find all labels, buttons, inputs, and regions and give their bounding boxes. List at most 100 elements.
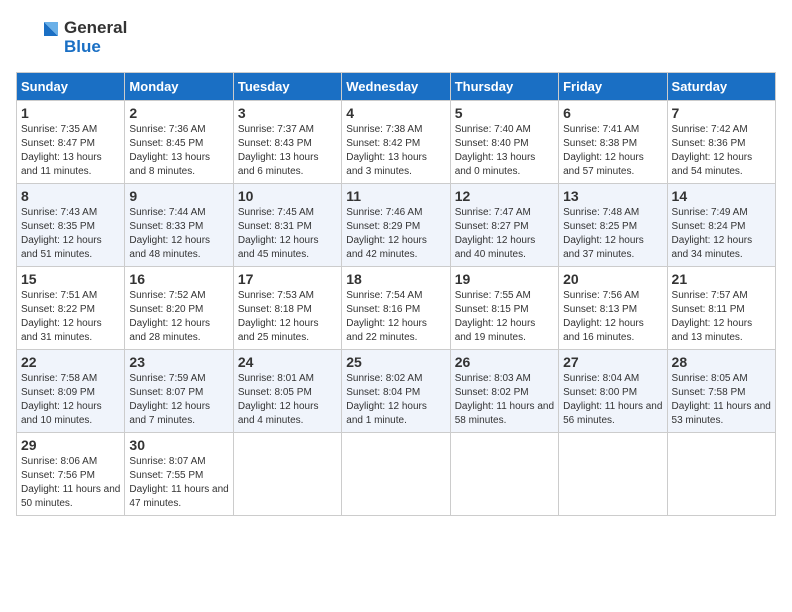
day-number: 25 — [346, 354, 445, 370]
day-cell — [233, 433, 341, 516]
day-number: 5 — [455, 105, 554, 121]
page-header: GeneralBlue — [16, 16, 776, 60]
day-info: Sunrise: 7:57 AMSunset: 8:11 PMDaylight:… — [672, 289, 771, 345]
day-info: Sunrise: 8:02 AMSunset: 8:04 PMDaylight:… — [346, 372, 445, 428]
week-row-4: 22 Sunrise: 7:58 AMSunset: 8:09 PMDayligh… — [17, 350, 776, 433]
day-info: Sunrise: 7:52 AMSunset: 8:20 PMDaylight:… — [129, 289, 228, 345]
day-cell: 20 Sunrise: 7:56 AMSunset: 8:13 PMDayligh… — [559, 267, 667, 350]
day-number: 27 — [563, 354, 662, 370]
day-number: 24 — [238, 354, 337, 370]
logo: GeneralBlue — [16, 16, 127, 60]
day-cell: 24 Sunrise: 8:01 AMSunset: 8:05 PMDayligh… — [233, 350, 341, 433]
day-cell: 27 Sunrise: 8:04 AMSunset: 8:00 PMDayligh… — [559, 350, 667, 433]
day-number: 29 — [21, 437, 120, 453]
week-row-1: 1Sunrise: 7:35 AMSunset: 8:47 PMDaylight… — [17, 101, 776, 184]
day-cell: 18 Sunrise: 7:54 AMSunset: 8:16 PMDayligh… — [342, 267, 450, 350]
col-header-sunday: Sunday — [17, 73, 125, 101]
day-info: Sunrise: 7:42 AMSunset: 8:36 PMDaylight:… — [672, 123, 771, 179]
day-info: Sunrise: 7:58 AMSunset: 8:09 PMDaylight:… — [21, 372, 120, 428]
day-cell: 21 Sunrise: 7:57 AMSunset: 8:11 PMDayligh… — [667, 267, 775, 350]
day-number: 21 — [672, 271, 771, 287]
week-row-5: 29 Sunrise: 8:06 AMSunset: 7:56 PMDayligh… — [17, 433, 776, 516]
day-number: 19 — [455, 271, 554, 287]
day-info: Sunrise: 8:03 AMSunset: 8:02 PMDaylight:… — [455, 372, 554, 428]
day-info: Sunrise: 7:35 AMSunset: 8:47 PMDaylight:… — [21, 123, 120, 179]
day-number: 7 — [672, 105, 771, 121]
day-info: Sunrise: 8:07 AMSunset: 7:55 PMDaylight:… — [129, 455, 228, 511]
day-cell: 3 Sunrise: 7:37 AMSunset: 8:43 PMDaylight… — [233, 101, 341, 184]
day-info: Sunrise: 7:44 AMSunset: 8:33 PMDaylight:… — [129, 206, 228, 262]
day-cell: 7 Sunrise: 7:42 AMSunset: 8:36 PMDaylight… — [667, 101, 775, 184]
col-header-monday: Monday — [125, 73, 233, 101]
day-number: 16 — [129, 271, 228, 287]
day-info: Sunrise: 8:06 AMSunset: 7:56 PMDaylight:… — [21, 455, 120, 511]
day-number: 13 — [563, 188, 662, 204]
day-number: 26 — [455, 354, 554, 370]
day-number: 11 — [346, 188, 445, 204]
day-number: 3 — [238, 105, 337, 121]
day-cell: 2 Sunrise: 7:36 AMSunset: 8:45 PMDaylight… — [125, 101, 233, 184]
day-info: Sunrise: 8:04 AMSunset: 8:00 PMDaylight:… — [563, 372, 662, 428]
day-info: Sunrise: 7:49 AMSunset: 8:24 PMDaylight:… — [672, 206, 771, 262]
day-cell: 22 Sunrise: 7:58 AMSunset: 8:09 PMDayligh… — [17, 350, 125, 433]
day-info: Sunrise: 7:54 AMSunset: 8:16 PMDaylight:… — [346, 289, 445, 345]
day-cell: 8 Sunrise: 7:43 AMSunset: 8:35 PMDaylight… — [17, 184, 125, 267]
day-info: Sunrise: 7:45 AMSunset: 8:31 PMDaylight:… — [238, 206, 337, 262]
col-header-wednesday: Wednesday — [342, 73, 450, 101]
day-cell: 23Sunrise: 7:59 AMSunset: 8:07 PMDayligh… — [125, 350, 233, 433]
day-number: 20 — [563, 271, 662, 287]
day-cell: 16 Sunrise: 7:52 AMSunset: 8:20 PMDayligh… — [125, 267, 233, 350]
day-info: Sunrise: 7:53 AMSunset: 8:18 PMDaylight:… — [238, 289, 337, 345]
day-number: 28 — [672, 354, 771, 370]
day-number: 6 — [563, 105, 662, 121]
day-info: Sunrise: 8:05 AMSunset: 7:58 PMDaylight:… — [672, 372, 771, 428]
day-number: 22 — [21, 354, 120, 370]
day-info: Sunrise: 7:37 AMSunset: 8:43 PMDaylight:… — [238, 123, 337, 179]
day-info: Sunrise: 7:46 AMSunset: 8:29 PMDaylight:… — [346, 206, 445, 262]
day-info: Sunrise: 7:36 AMSunset: 8:45 PMDaylight:… — [129, 123, 228, 179]
day-number: 30 — [129, 437, 228, 453]
calendar-table: SundayMondayTuesdayWednesdayThursdayFrid… — [16, 72, 776, 516]
day-info: Sunrise: 7:55 AMSunset: 8:15 PMDaylight:… — [455, 289, 554, 345]
day-cell: 13 Sunrise: 7:48 AMSunset: 8:25 PMDayligh… — [559, 184, 667, 267]
day-cell — [342, 433, 450, 516]
day-cell: 30 Sunrise: 8:07 AMSunset: 7:55 PMDayligh… — [125, 433, 233, 516]
day-info: Sunrise: 7:59 AMSunset: 8:07 PMDaylight:… — [129, 372, 228, 428]
calendar-header-row: SundayMondayTuesdayWednesdayThursdayFrid… — [17, 73, 776, 101]
day-number: 8 — [21, 188, 120, 204]
day-cell: 10 Sunrise: 7:45 AMSunset: 8:31 PMDayligh… — [233, 184, 341, 267]
day-cell: 15Sunrise: 7:51 AMSunset: 8:22 PMDayligh… — [17, 267, 125, 350]
logo-svg — [16, 16, 60, 60]
day-cell: 9 Sunrise: 7:44 AMSunset: 8:33 PMDaylight… — [125, 184, 233, 267]
day-cell: 28 Sunrise: 8:05 AMSunset: 7:58 PMDayligh… — [667, 350, 775, 433]
day-info: Sunrise: 7:56 AMSunset: 8:13 PMDaylight:… — [563, 289, 662, 345]
day-cell: 29 Sunrise: 8:06 AMSunset: 7:56 PMDayligh… — [17, 433, 125, 516]
day-cell: 14 Sunrise: 7:49 AMSunset: 8:24 PMDayligh… — [667, 184, 775, 267]
day-cell: 26 Sunrise: 8:03 AMSunset: 8:02 PMDayligh… — [450, 350, 558, 433]
col-header-saturday: Saturday — [667, 73, 775, 101]
day-number: 18 — [346, 271, 445, 287]
day-number: 14 — [672, 188, 771, 204]
day-info: Sunrise: 7:48 AMSunset: 8:25 PMDaylight:… — [563, 206, 662, 262]
day-cell: 5 Sunrise: 7:40 AMSunset: 8:40 PMDaylight… — [450, 101, 558, 184]
day-cell: 4 Sunrise: 7:38 AMSunset: 8:42 PMDaylight… — [342, 101, 450, 184]
day-cell — [667, 433, 775, 516]
logo-text: GeneralBlue — [64, 19, 127, 56]
day-info: Sunrise: 7:47 AMSunset: 8:27 PMDaylight:… — [455, 206, 554, 262]
day-number: 4 — [346, 105, 445, 121]
day-info: Sunrise: 8:01 AMSunset: 8:05 PMDaylight:… — [238, 372, 337, 428]
day-info: Sunrise: 7:43 AMSunset: 8:35 PMDaylight:… — [21, 206, 120, 262]
day-cell: 6Sunrise: 7:41 AMSunset: 8:38 PMDaylight… — [559, 101, 667, 184]
day-cell: 25 Sunrise: 8:02 AMSunset: 8:04 PMDayligh… — [342, 350, 450, 433]
day-number: 9 — [129, 188, 228, 204]
day-number: 12 — [455, 188, 554, 204]
day-number: 2 — [129, 105, 228, 121]
day-cell — [450, 433, 558, 516]
day-info: Sunrise: 7:38 AMSunset: 8:42 PMDaylight:… — [346, 123, 445, 179]
col-header-thursday: Thursday — [450, 73, 558, 101]
day-number: 10 — [238, 188, 337, 204]
day-cell — [559, 433, 667, 516]
week-row-3: 15Sunrise: 7:51 AMSunset: 8:22 PMDayligh… — [17, 267, 776, 350]
day-info: Sunrise: 7:40 AMSunset: 8:40 PMDaylight:… — [455, 123, 554, 179]
day-number: 15 — [21, 271, 120, 287]
